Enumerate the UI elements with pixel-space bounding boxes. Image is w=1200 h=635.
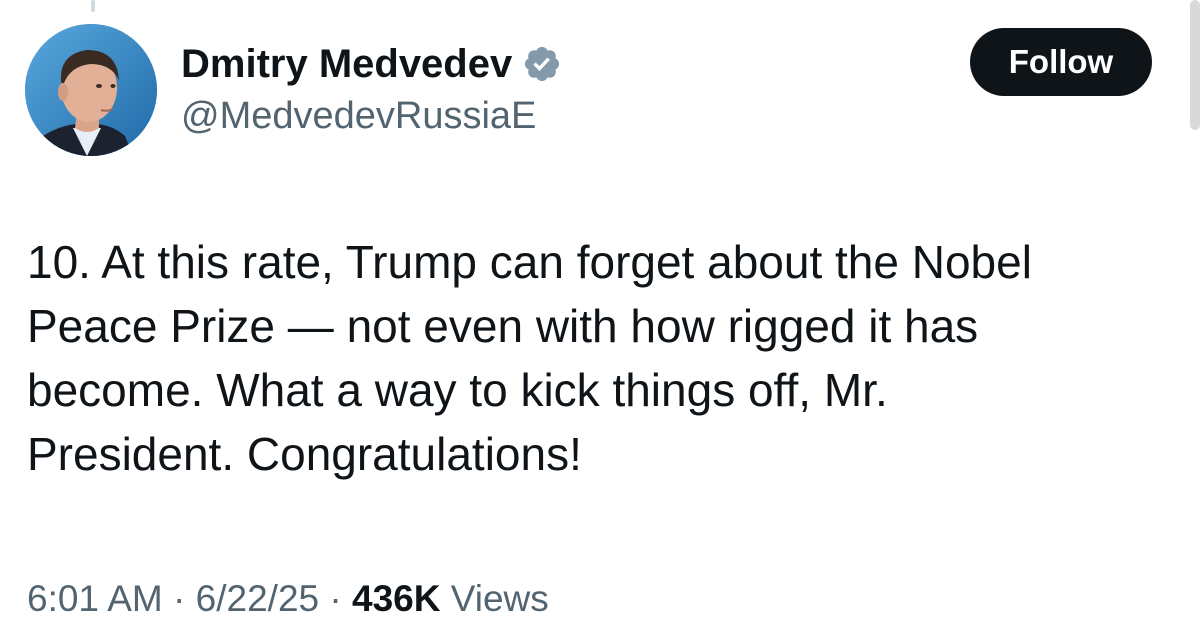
views-count[interactable]: 436K <box>352 578 440 619</box>
avatar-portrait-icon <box>25 24 157 156</box>
meta-separator: · <box>319 578 352 619</box>
tweet-text-line: 10. At this rate, Trump can forget about… <box>27 236 1032 288</box>
name-row: Dmitry Medvedev <box>181 39 562 89</box>
verified-badge-icon[interactable] <box>522 44 562 84</box>
tweet-date[interactable]: 6/22/25 <box>196 578 319 619</box>
tweet-time[interactable]: 6:01 AM <box>27 578 163 619</box>
meta-separator: · <box>162 578 196 619</box>
follow-button[interactable]: Follow <box>970 28 1152 96</box>
tweet-meta: 6:01 AM · 6/22/25 · 436K Views <box>27 574 549 624</box>
author-block: Dmitry Medvedev @MedvedevRussiaE <box>181 39 562 141</box>
views-label[interactable]: Views <box>440 578 549 619</box>
tweet-text-line: President. Congratulations! <box>27 428 582 480</box>
tweet-header: Dmitry Medvedev @MedvedevRussiaE Follow <box>25 22 1160 158</box>
avatar[interactable] <box>25 24 157 156</box>
tweet-text-line: become. What a way to kick things off, M… <box>27 364 888 416</box>
author-display-name[interactable]: Dmitry Medvedev <box>181 39 512 89</box>
scrollbar[interactable] <box>1190 0 1200 130</box>
tweet-text-line: Peace Prize — not even with how rigged i… <box>27 300 979 352</box>
author-handle[interactable]: @MedvedevRussiaE <box>181 91 562 141</box>
thread-connector-line <box>91 0 95 12</box>
tweet-body: 10. At this rate, Trump can forget about… <box>27 230 1167 486</box>
